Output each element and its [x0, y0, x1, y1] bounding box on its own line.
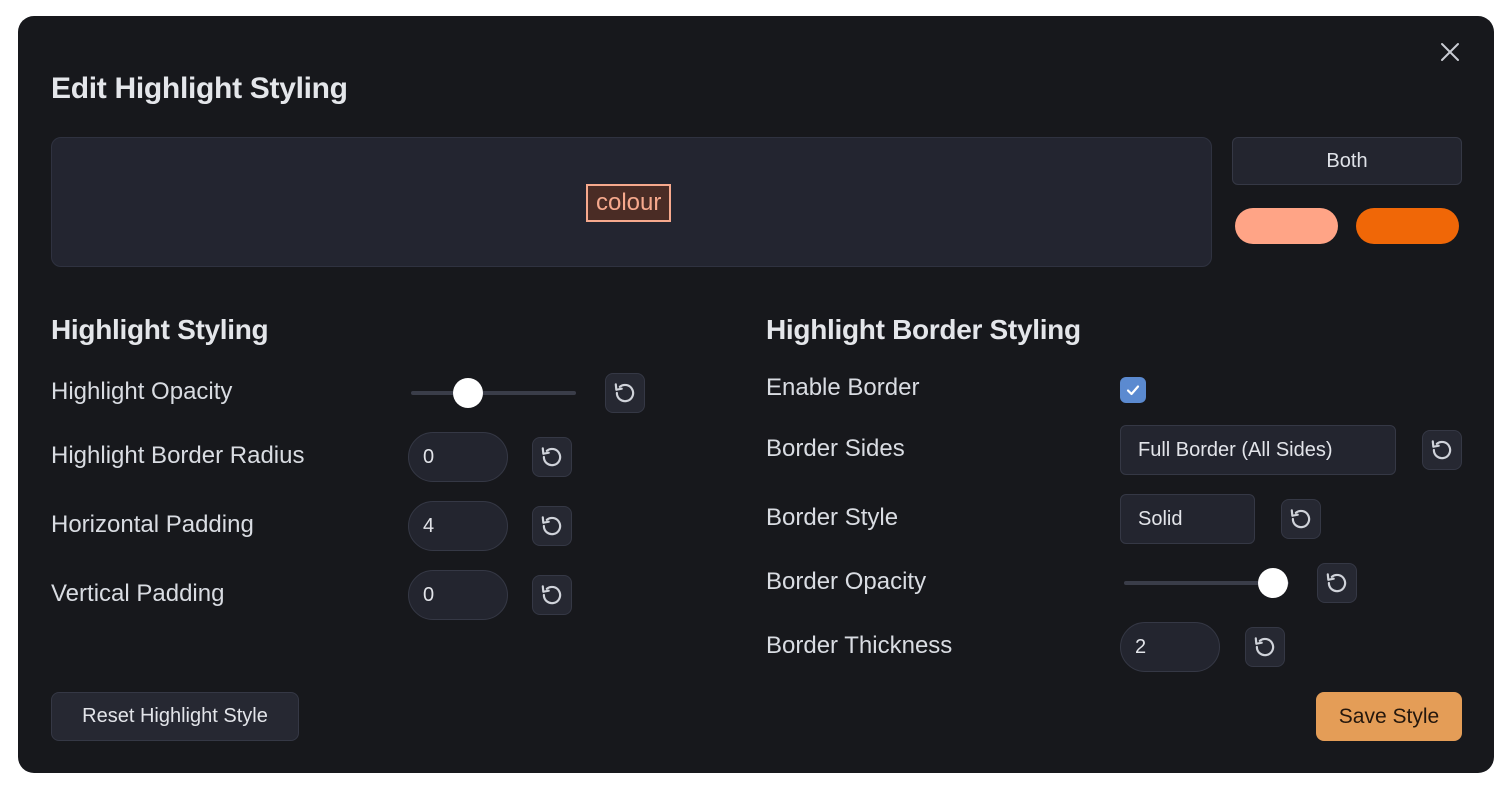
edit-highlight-dialog: Edit Highlight Styling colour Both Highl…: [18, 16, 1494, 773]
highlight-opacity-thumb[interactable]: [453, 378, 483, 408]
border-opacity-thumb[interactable]: [1258, 568, 1288, 598]
highlight-preview: colour: [51, 137, 1212, 267]
border-style-label: Border Style: [766, 504, 899, 531]
reset-border-opacity-button[interactable]: [1317, 563, 1357, 603]
enable-border-checkbox[interactable]: [1120, 377, 1146, 403]
border-styling-heading: Highlight Border Styling: [766, 314, 1081, 345]
border-radius-input[interactable]: 0: [408, 432, 508, 482]
close-icon[interactable]: [1436, 38, 1464, 66]
reset-icon: [1290, 509, 1311, 529]
reset-border-radius-button[interactable]: [532, 437, 572, 477]
border-color-swatch[interactable]: [1356, 208, 1459, 244]
border-sides-label: Border Sides: [766, 435, 905, 462]
border-sides-select[interactable]: Full Border (All Sides): [1120, 425, 1396, 475]
horizontal-padding-label: Horizontal Padding: [51, 511, 254, 538]
highlight-color-swatch[interactable]: [1235, 208, 1338, 244]
reset-border-thickness-button[interactable]: [1245, 627, 1285, 667]
reset-highlight-opacity-button[interactable]: [605, 373, 645, 413]
reset-icon: [614, 383, 635, 403]
preview-sample-text: colour: [586, 184, 672, 222]
border-thickness-label: Border Thickness: [766, 632, 953, 659]
highlight-opacity-label: Highlight Opacity: [51, 378, 233, 405]
highlight-opacity-slider[interactable]: [411, 391, 576, 395]
border-style-select[interactable]: Solid: [1120, 494, 1255, 544]
reset-border-sides-button[interactable]: [1422, 430, 1462, 470]
reset-icon: [541, 585, 562, 605]
reset-border-style-button[interactable]: [1281, 499, 1321, 539]
reset-vertical-padding-button[interactable]: [532, 575, 572, 615]
save-style-button[interactable]: Save Style: [1316, 692, 1462, 741]
check-icon: [1126, 385, 1140, 396]
vertical-padding-label: Vertical Padding: [51, 580, 225, 607]
mode-both-button[interactable]: Both: [1232, 137, 1462, 185]
reset-icon: [541, 447, 562, 467]
dialog-title: Edit Highlight Styling: [51, 72, 348, 105]
reset-icon: [1326, 573, 1347, 593]
border-radius-label: Highlight Border Radius: [51, 442, 305, 469]
horizontal-padding-input[interactable]: 4: [408, 501, 508, 551]
reset-horizontal-padding-button[interactable]: [532, 506, 572, 546]
vertical-padding-input[interactable]: 0: [408, 570, 508, 620]
reset-icon: [1254, 637, 1275, 657]
reset-icon: [541, 516, 562, 536]
enable-border-label: Enable Border: [766, 374, 920, 401]
reset-icon: [1431, 440, 1452, 460]
reset-highlight-style-button[interactable]: Reset Highlight Style: [51, 692, 299, 741]
border-thickness-input[interactable]: 2: [1120, 622, 1220, 672]
highlight-styling-heading: Highlight Styling: [51, 314, 269, 345]
border-opacity-label: Border Opacity: [766, 568, 927, 595]
